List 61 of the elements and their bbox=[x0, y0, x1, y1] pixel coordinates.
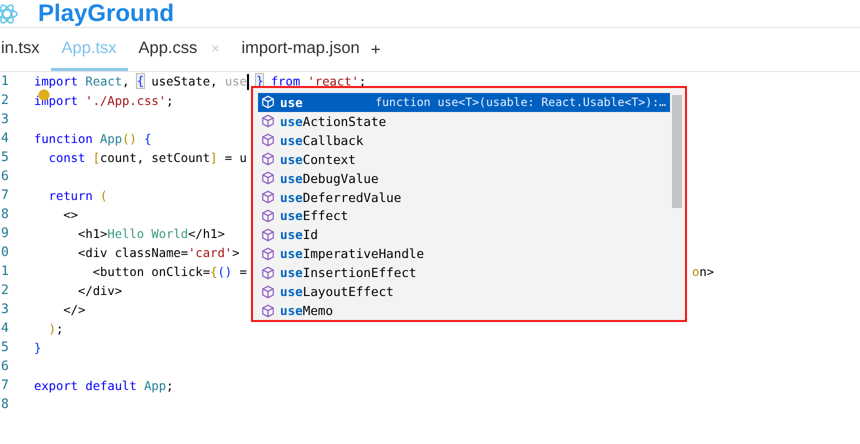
cube-icon bbox=[261, 95, 275, 110]
suggestion-item[interactable]: useId bbox=[258, 225, 670, 244]
cube-icon bbox=[261, 133, 275, 148]
line-number: 7 bbox=[0, 378, 10, 393]
cube-icon bbox=[261, 114, 275, 128]
line-number: 3 bbox=[0, 112, 10, 127]
suggestion-item[interactable]: useLayoutEffect bbox=[258, 282, 670, 302]
code-line: </div> bbox=[77, 284, 122, 298]
cube-icon bbox=[261, 284, 275, 299]
line-number: 1 bbox=[0, 74, 10, 89]
suggestion-item[interactable]: use function use<T>(usable: React.Usable<T>):… bbox=[258, 93, 670, 112]
cube-icon bbox=[261, 246, 275, 261]
suggestion-item[interactable]: useImperativeHandle bbox=[258, 244, 670, 264]
line-number: 4 bbox=[0, 131, 10, 146]
cube-icon bbox=[261, 266, 275, 280]
suggestion-item[interactable]: useDeferredValue bbox=[258, 188, 670, 207]
cube-icon bbox=[261, 190, 275, 204]
add-tab-button[interactable]: + bbox=[370, 28, 381, 71]
suggestion-item[interactable]: useContext bbox=[258, 150, 670, 169]
code-line: function App() { bbox=[34, 132, 152, 146]
code-line: ); bbox=[48, 322, 64, 336]
line-number: 7 bbox=[0, 188, 10, 203]
suggestion-item[interactable]: useDebugValue bbox=[258, 168, 670, 188]
line-number: 1 bbox=[0, 264, 10, 279]
line-number: 8 bbox=[0, 397, 10, 412]
line-number: 9 bbox=[0, 226, 10, 241]
line-number: 8 bbox=[0, 207, 10, 222]
code-line: <h1>Hello World</h1> bbox=[77, 226, 225, 240]
cube-icon bbox=[261, 152, 275, 166]
line-number: 5 bbox=[0, 150, 10, 165]
suggestion-item[interactable]: useActionState bbox=[258, 112, 670, 131]
code-line: export default App; bbox=[34, 378, 174, 392]
cube-icon bbox=[261, 171, 275, 186]
code-line: } bbox=[34, 340, 42, 354]
line-number: 2 bbox=[0, 93, 10, 108]
file-tab[interactable]: in.tsx bbox=[0, 28, 51, 71]
line-number: 6 bbox=[0, 359, 10, 374]
line-number: 4 bbox=[0, 321, 10, 336]
code-line: </> bbox=[62, 302, 86, 316]
cube-icon bbox=[261, 228, 275, 242]
line-number: 2 bbox=[0, 283, 10, 298]
code-line: on> bbox=[692, 264, 714, 278]
code-line: <button onClick={() = bbox=[92, 264, 247, 278]
code-line: <div className='card'> bbox=[77, 246, 240, 260]
app-title: PlayGround bbox=[38, 0, 174, 26]
line-number: 5 bbox=[0, 340, 10, 355]
suggestion-item[interactable]: useMemo bbox=[258, 301, 670, 320]
code-line: <> bbox=[62, 208, 78, 222]
file-tab[interactable]: import-map.json bbox=[230, 28, 371, 71]
suggestion-item[interactable]: useCallback bbox=[258, 130, 670, 150]
code-line: return ( bbox=[48, 188, 108, 202]
cube-icon bbox=[261, 304, 275, 318]
suggestion-item[interactable]: useInsertionEffect bbox=[258, 263, 670, 282]
line-number: 0 bbox=[0, 245, 10, 260]
atom-logo-icon bbox=[0, 4, 18, 24]
suggestion-item[interactable]: useEffect bbox=[258, 206, 670, 226]
file-tab[interactable]: App.css × bbox=[128, 28, 230, 71]
cube-icon bbox=[261, 208, 275, 223]
code-line: const [count, setCount] = u bbox=[48, 150, 247, 164]
line-number: 6 bbox=[0, 169, 10, 184]
line-number: 3 bbox=[0, 302, 10, 317]
